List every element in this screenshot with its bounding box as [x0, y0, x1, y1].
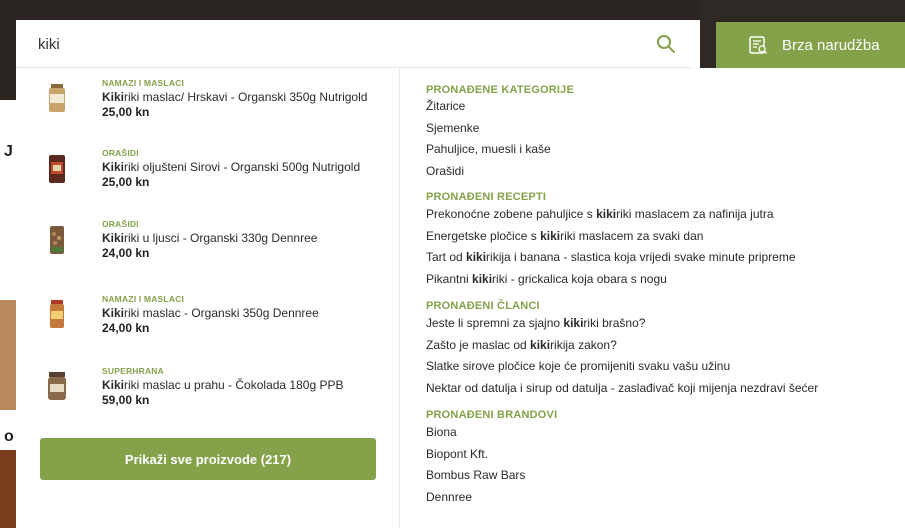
- product-category: NAMAZI I MASLACI: [102, 78, 185, 88]
- brand-link[interactable]: Dennree: [426, 490, 472, 504]
- search-input[interactable]: [38, 20, 628, 68]
- product-price: 24,00 kn: [102, 321, 150, 335]
- search-icon[interactable]: [656, 34, 676, 54]
- brand-link[interactable]: Biona: [426, 425, 457, 439]
- categories-heading: PRONAĐENE KATEGORIJE: [426, 84, 575, 96]
- quick-order-button[interactable]: Brza narudžba: [716, 22, 905, 68]
- product-result[interactable]: NAMAZI I MASLACI Kikiriki maslac - Organ…: [16, 294, 399, 364]
- product-name: Kikiriki oljušteni Sirovi - Organski 500…: [102, 160, 361, 174]
- quick-order-label: Brza narudžba: [782, 36, 880, 54]
- product-result[interactable]: SUPERHRANA Kikiriki maslac u prahu - Čok…: [16, 366, 399, 436]
- article-link[interactable]: Jeste li spremni za sjajno kikiriki braš…: [426, 316, 645, 330]
- left-banner-image: [0, 300, 16, 410]
- left-dark-block: [0, 20, 16, 100]
- category-link[interactable]: Sjemenke: [426, 121, 479, 135]
- product-price: 25,00 kn: [102, 105, 150, 119]
- product-category: SUPERHRANA: [102, 366, 164, 376]
- show-all-products-button[interactable]: Prikaži sve proizvode (217): [40, 438, 376, 480]
- product-category: ORAŠIDI: [102, 148, 139, 158]
- background-heading-fragment: J: [4, 143, 13, 160]
- product-price: 25,00 kn: [102, 175, 150, 189]
- category-link[interactable]: Žitarice: [426, 99, 465, 113]
- product-category: ORAŠIDI: [102, 219, 139, 229]
- article-link[interactable]: Zašto je maslac od kikirikija zakon?: [426, 338, 617, 352]
- search-results-dropdown: NAMAZI I MASLACI Kikiriki maslac/ Hrskav…: [16, 68, 905, 528]
- order-list-icon: [749, 36, 768, 55]
- other-results: PRONAĐENE KATEGORIJE Žitarice Sjemenke P…: [400, 68, 905, 528]
- recipe-link[interactable]: Pikantni kikiriki - grickalica koja obar…: [426, 272, 667, 286]
- brands-heading: PRONAĐENI BRANDOVI: [426, 409, 558, 421]
- recipe-link[interactable]: Energetske pločice s kikiriki maslacem z…: [426, 229, 703, 243]
- brand-link[interactable]: Bombus Raw Bars: [426, 468, 525, 482]
- category-link[interactable]: Orašidi: [426, 164, 464, 178]
- article-link[interactable]: Slatke sirove pločice koje će promijenit…: [426, 359, 730, 373]
- product-image: [49, 84, 65, 112]
- recipe-link[interactable]: Prekonoćne zobene pahuljice s kikiriki m…: [426, 207, 774, 221]
- product-result[interactable]: ORAŠIDI Kikiriki oljušteni Sirovi - Orga…: [16, 148, 399, 218]
- recipes-heading: PRONAĐENI RECEPTI: [426, 191, 547, 203]
- recipe-link[interactable]: Tart od kikirikija i banana - slastica k…: [426, 250, 796, 264]
- product-price: 24,00 kn: [102, 246, 150, 260]
- product-price: 59,00 kn: [102, 393, 150, 407]
- brand-link[interactable]: Biopont Kft.: [426, 447, 488, 461]
- product-name: Kikiriki u ljusci - Organski 330g Dennre…: [102, 231, 318, 245]
- product-image: [48, 372, 66, 400]
- product-name: Kikiriki maslac/ Hrskavi - Organski 350g…: [102, 90, 368, 104]
- article-link[interactable]: Nektar od datulja i sirup od datulja - z…: [426, 381, 818, 395]
- search-bar: [16, 20, 690, 68]
- product-results: NAMAZI I MASLACI Kikiriki maslac/ Hrskav…: [16, 68, 399, 528]
- product-image: [49, 155, 65, 183]
- product-result[interactable]: ORAŠIDI Kikiriki u ljusci - Organski 330…: [16, 219, 399, 289]
- product-image: [50, 300, 64, 328]
- product-result[interactable]: NAMAZI I MASLACI Kikiriki maslac/ Hrskav…: [16, 78, 399, 148]
- product-image: [50, 226, 64, 254]
- product-category: NAMAZI I MASLACI: [102, 294, 185, 304]
- product-name: Kikiriki maslac u prahu - Čokolada 180g …: [102, 378, 344, 392]
- background-heading-fragment: o: [4, 428, 14, 445]
- product-name: Kikiriki maslac - Organski 350g Dennree: [102, 306, 319, 320]
- left-promo-image: [0, 450, 16, 528]
- articles-heading: PRONAĐENI ČLANCI: [426, 300, 540, 312]
- category-link[interactable]: Pahuljice, muesli i kaše: [426, 142, 551, 156]
